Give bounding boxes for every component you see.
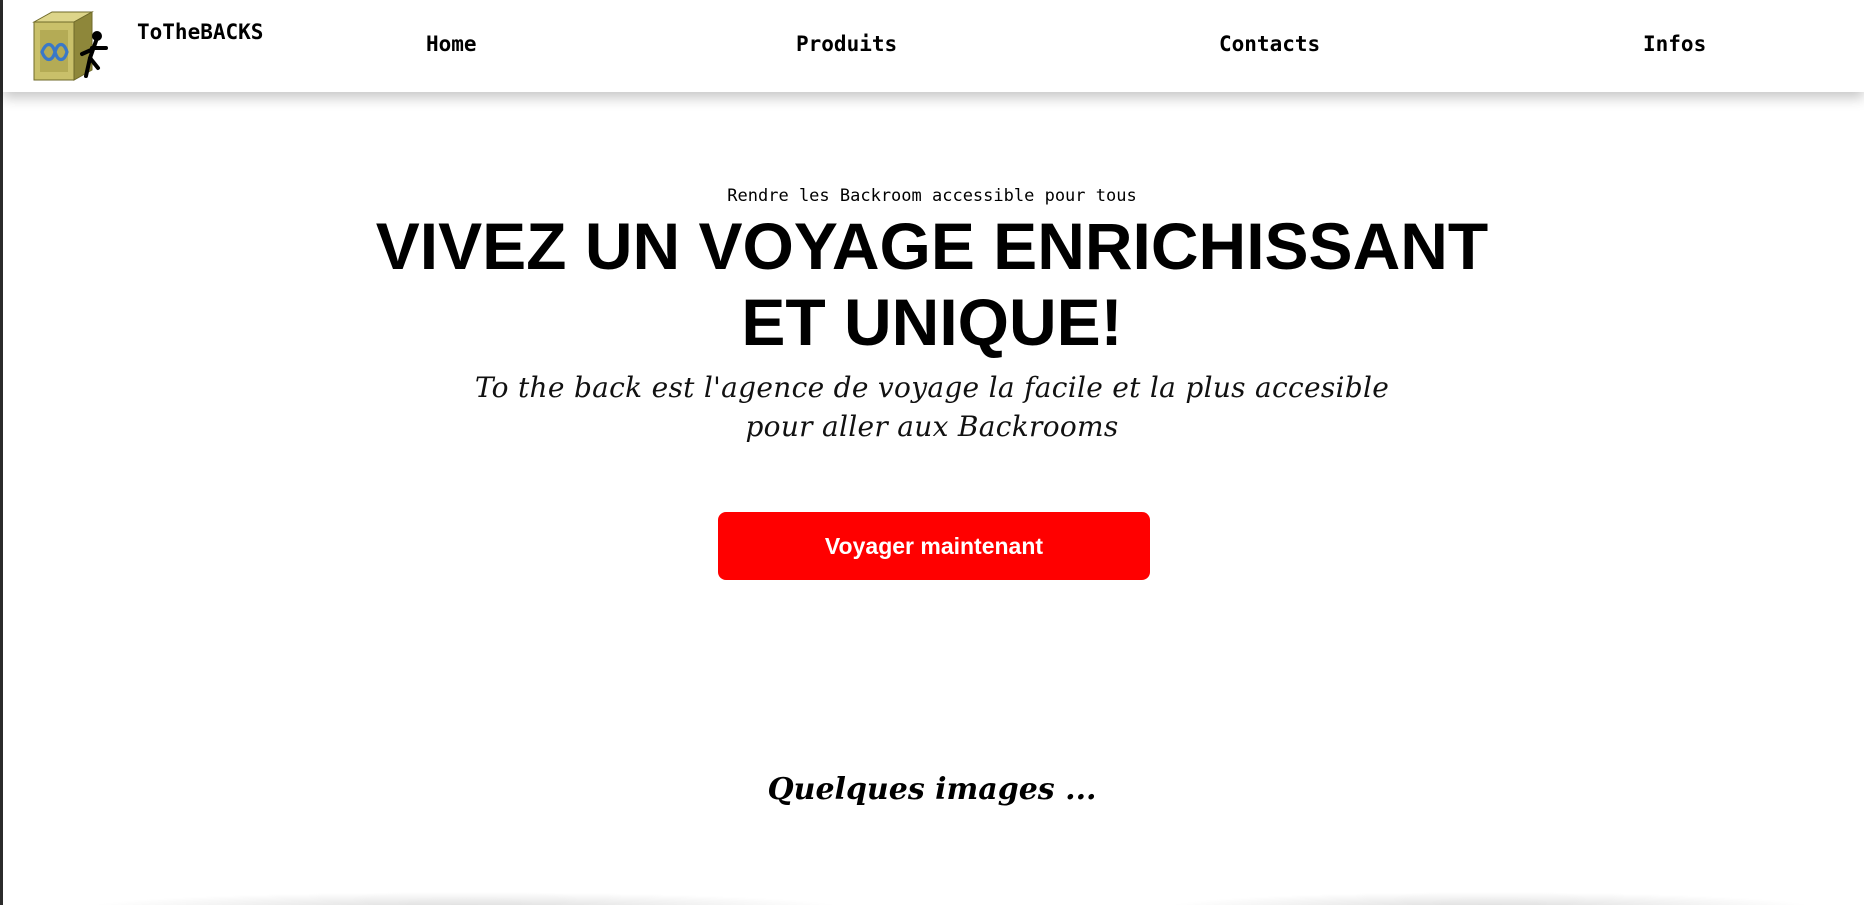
window-left-edge <box>0 0 3 905</box>
backrooms-cube-logo-icon[interactable] <box>30 8 112 84</box>
hero-description: To the back est l'agence de voyage la fa… <box>474 371 1390 443</box>
hero-tagline: Rendre les Backroom accessible pour tous <box>727 186 1137 206</box>
gallery-card-left <box>80 892 850 905</box>
gallery-card-right <box>1160 892 1820 905</box>
gallery-section-title: Quelques images ... <box>767 772 1097 807</box>
voyager-maintenant-button[interactable]: Voyager maintenant <box>718 512 1150 580</box>
nav-link-contacts[interactable]: Contacts <box>1219 32 1320 56</box>
brand-name: ToTheBACKS <box>137 20 264 44</box>
hero-headline: VIVEZ UN VOYAGE ENRICHISSANT ET UNIQUE! <box>375 209 1489 359</box>
nav-link-produits[interactable]: Produits <box>796 32 897 56</box>
nav-link-infos[interactable]: Infos <box>1643 32 1706 56</box>
navbar: ToTheBACKS Home Produits Contacts Infos <box>3 0 1864 92</box>
nav-link-home[interactable]: Home <box>426 32 477 56</box>
